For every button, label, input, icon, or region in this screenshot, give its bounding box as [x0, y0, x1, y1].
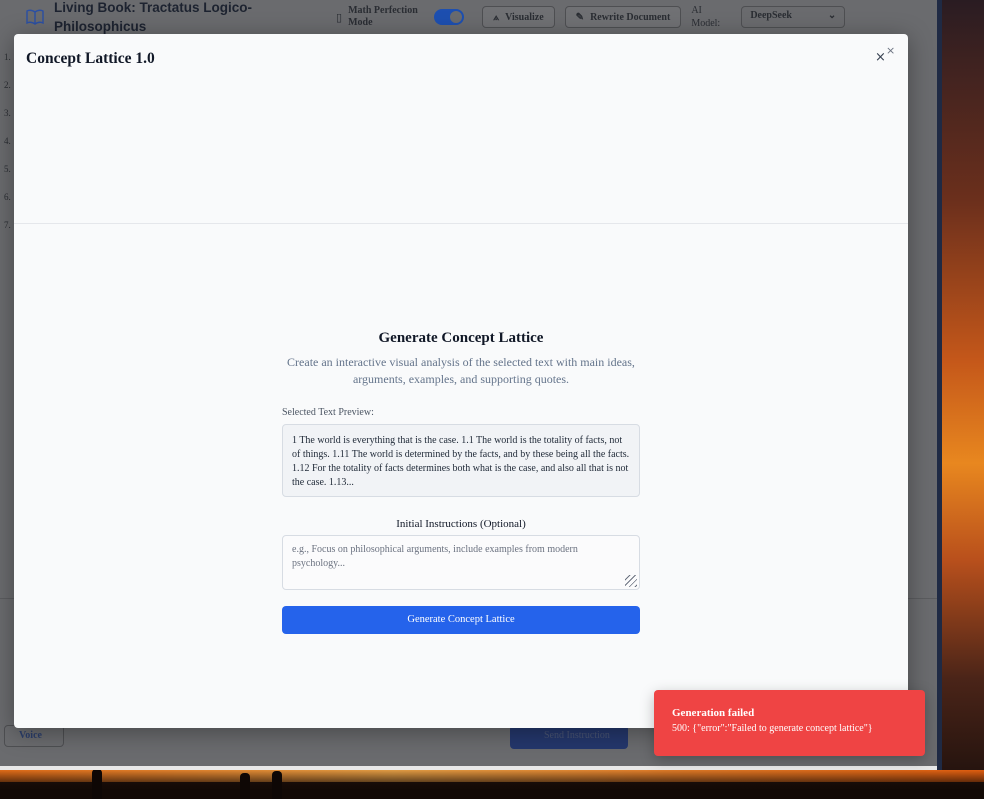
person-silhouette	[92, 769, 102, 799]
generate-heading: Generate Concept Lattice	[378, 330, 544, 346]
rewrite-button[interactable]: ✎ Rewrite Document	[564, 6, 682, 28]
app-title: Living Book: Tractatus Logico-Philosophi…	[54, 0, 253, 34]
close-button[interactable]: ×	[875, 50, 895, 70]
ai-model-select[interactable]: DeepSeek ⌄	[741, 6, 846, 28]
dialog-title: Concept Lattice 1.0	[26, 50, 155, 67]
visualize-label: Visualize	[505, 11, 544, 23]
preview-label: Selected Text Preview:	[282, 407, 374, 418]
generate-concept-lattice-button[interactable]: Generate Concept Lattice	[282, 606, 640, 634]
outline-number: 6.	[4, 192, 11, 202]
math-mode-label: Math Perfection Mode	[348, 5, 418, 28]
person-silhouette	[272, 771, 282, 799]
network-icon: ⟑	[493, 11, 500, 23]
ground-silhouette	[0, 769, 984, 799]
ai-model-label: AI Model:	[691, 5, 721, 29]
book-icon	[26, 9, 44, 25]
toast-message: 500: {"error":"Failed to generate concep…	[672, 723, 873, 734]
outline-numbers: 1. 2. 3. 4. 5. 6. 7.	[0, 52, 14, 248]
instructions-placeholder: e.g., Focus on philosophical arguments, …	[292, 544, 578, 569]
instructions-label: Initial Instructions (Optional)	[396, 518, 526, 530]
chevron-down-icon: ⌄	[827, 10, 837, 21]
dialog-divider	[14, 223, 908, 224]
math-mode-group: ▯ Math Perfection Mode	[336, 5, 465, 29]
selected-text-preview: 1 The world is everything that is the ca…	[282, 424, 640, 497]
outline-number: 1.	[4, 52, 11, 62]
person-silhouette	[240, 773, 250, 799]
outline-number: 7.	[4, 220, 11, 230]
resize-handle-icon[interactable]	[625, 575, 637, 587]
voice-button[interactable]: Voice	[4, 725, 64, 747]
toast-title: Generation failed	[672, 707, 755, 719]
concept-lattice-dialog: Concept Lattice 1.0 × × Generate Concept…	[14, 34, 908, 728]
app-header: Living Book: Tractatus Logico-Philosophi…	[0, 0, 937, 34]
ai-model-value: DeepSeek	[750, 10, 792, 21]
outline-number: 2.	[4, 80, 11, 90]
send-instruction-button[interactable]: Send Instruction	[510, 725, 628, 749]
outline-number: 5.	[4, 164, 11, 174]
taskbar-edge	[0, 766, 937, 770]
pencil-icon: ✎	[575, 11, 585, 23]
outline-number: 3.	[4, 108, 11, 118]
math-mode-toggle[interactable]	[434, 9, 465, 25]
instructions-textarea[interactable]: e.g., Focus on philosophical arguments, …	[282, 535, 640, 590]
generate-description: Create an interactive visual analysis of…	[287, 355, 635, 386]
visualize-button[interactable]: ⟑ Visualize	[482, 6, 555, 28]
calculator-icon: ▯	[336, 11, 343, 24]
error-toast[interactable]: Generation failed 500: {"error":"Failed …	[654, 690, 925, 756]
outline-number: 4.	[4, 136, 11, 146]
rewrite-label: Rewrite Document	[590, 11, 671, 23]
